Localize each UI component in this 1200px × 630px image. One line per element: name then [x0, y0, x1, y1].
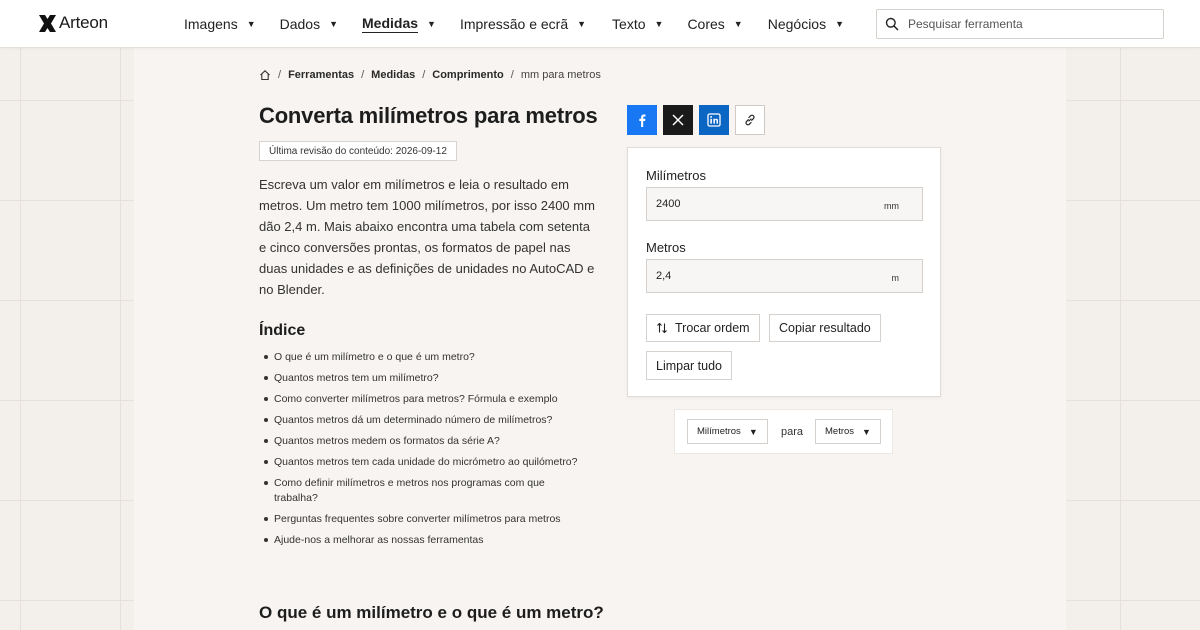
- toc-item[interactable]: O que é um milímetro e o que é um metro?: [264, 350, 604, 365]
- brand-logo[interactable]: Arteon: [39, 13, 108, 33]
- caret-down-icon: ▼: [427, 19, 436, 29]
- breadcrumb-current: mm para metros: [520, 69, 601, 81]
- breadcrumb-separator: /: [361, 69, 365, 81]
- nav-item-dados[interactable]: Dados ▼: [280, 0, 338, 48]
- caret-down-icon: ▼: [329, 19, 339, 29]
- to-unit-select-value: Metros: [825, 426, 855, 437]
- breadcrumb-separator: /: [422, 69, 426, 81]
- toc-item[interactable]: Quantos metros medem os formatos da séri…: [264, 434, 604, 449]
- breadcrumb-medidas[interactable]: Medidas: [371, 69, 415, 81]
- copy-link-button[interactable]: [735, 105, 765, 135]
- search-input[interactable]: [908, 17, 1148, 31]
- unit-selector-bar: Milímetros ▼ para Metros ▼: [674, 409, 893, 454]
- nav-item-impressao-e-ecra[interactable]: Impressão e ecrã ▼: [460, 0, 586, 48]
- share-x-button[interactable]: [663, 105, 693, 135]
- nav-label: Negócios: [767, 16, 827, 32]
- x-icon: [672, 114, 684, 126]
- nav-label: Medidas: [362, 15, 419, 33]
- swap-order-button[interactable]: Trocar ordem: [646, 314, 760, 342]
- nav-label: Cores: [687, 16, 725, 32]
- nav-item-medidas[interactable]: Medidas ▼: [362, 0, 436, 48]
- toc-item[interactable]: Quantos metros dá um determinado número …: [264, 413, 604, 428]
- nav-item-imagens[interactable]: Imagens ▼: [184, 0, 256, 48]
- search-icon: [885, 17, 899, 31]
- home-icon[interactable]: [259, 69, 271, 81]
- nav-label: Imagens: [184, 16, 238, 32]
- search-box: [876, 9, 1164, 39]
- toc-title: Índice: [259, 322, 306, 339]
- toc-item[interactable]: Como converter milímetros para metros? F…: [264, 392, 604, 407]
- toc-item[interactable]: Perguntas frequentes sobre converter mil…: [264, 512, 604, 527]
- selector-joiner: para: [781, 426, 804, 438]
- meters-input[interactable]: [647, 270, 867, 282]
- from-field-label: Milímetros: [646, 168, 706, 183]
- converter-card: Milímetros mm Metros m Trocar ordem Copi…: [627, 147, 941, 397]
- to-unit: m: [891, 273, 900, 283]
- revision-badge: Última revisão do conteúdo: 2026-09-12: [259, 141, 457, 161]
- nav-label: Texto: [612, 16, 646, 32]
- toc-item[interactable]: Quantos metros tem um milímetro?: [264, 371, 604, 386]
- nav-label: Dados: [279, 16, 321, 32]
- copy-result-label: Copiar resultado: [779, 321, 871, 335]
- from-field: mm: [646, 187, 923, 221]
- breadcrumb-comprimento[interactable]: Comprimento: [432, 69, 504, 81]
- swap-arrows-icon: [657, 322, 667, 334]
- nav-item-cores[interactable]: Cores ▼: [687, 0, 742, 48]
- breadcrumb: / Ferramentas / Medidas / Comprimento / …: [259, 69, 601, 81]
- to-field-label: Metros: [646, 240, 686, 255]
- caret-down-icon: ▼: [835, 19, 845, 29]
- share-linkedin-button[interactable]: [699, 105, 729, 135]
- from-unit: mm: [884, 201, 899, 211]
- brand-name: Arteon: [59, 13, 108, 32]
- clear-all-button[interactable]: Limpar tudo: [646, 351, 733, 380]
- breadcrumb-separator: /: [510, 69, 514, 81]
- to-unit-select[interactable]: Metros ▼: [815, 419, 881, 444]
- main-nav: Imagens ▼ Dados ▼ Medidas ▼ Impressão e …: [184, 0, 844, 48]
- arteon-logo-icon: [39, 14, 56, 32]
- breadcrumb-separator: /: [278, 69, 282, 81]
- copy-result-button[interactable]: Copiar resultado: [769, 314, 881, 342]
- nav-item-texto[interactable]: Texto ▼: [612, 0, 663, 48]
- clear-all-label: Limpar tudo: [656, 358, 723, 373]
- linkedin-icon: [707, 113, 721, 127]
- from-unit-select-value: Milímetros: [697, 426, 741, 437]
- nav-item-negocios[interactable]: Negócios ▼: [768, 0, 844, 48]
- caret-down-icon: ▼: [577, 19, 587, 29]
- breadcrumb-ferramentas[interactable]: Ferramentas: [288, 69, 354, 81]
- page-title: Converta milímetros para metros: [259, 103, 598, 128]
- toc-item[interactable]: Como definir milímetros e metros nos pro…: [264, 476, 564, 505]
- toc-item[interactable]: Ajude-nos a melhorar as nossas ferrament…: [264, 533, 604, 548]
- intro-text: Escreva um valor em milímetros e leia o …: [259, 177, 595, 297]
- caret-down-icon: ▼: [654, 19, 664, 29]
- caret-down-icon: ▼: [748, 426, 758, 437]
- caret-down-icon: ▼: [246, 19, 256, 29]
- toc-item[interactable]: Quantos metros tem cada unidade do micró…: [264, 455, 604, 470]
- section-heading: O que é um milímetro e o que é um metro?: [259, 603, 604, 622]
- from-unit-select[interactable]: Milímetros ▼: [687, 419, 768, 444]
- caret-down-icon: ▼: [733, 19, 743, 29]
- share-buttons: [627, 105, 771, 135]
- share-facebook-button[interactable]: [627, 105, 657, 135]
- millimeters-input[interactable]: [647, 198, 867, 210]
- facebook-icon: [639, 114, 646, 127]
- caret-down-icon: ▼: [862, 426, 871, 437]
- swap-order-label: Trocar ordem: [675, 321, 750, 335]
- top-navigation-bar: Arteon Imagens ▼ Dados ▼ Medidas ▼ Impre…: [0, 0, 1200, 48]
- to-field: m: [646, 259, 923, 293]
- nav-label: Impressão e ecrã: [459, 16, 569, 32]
- link-icon: [745, 114, 755, 126]
- table-of-contents: O que é um milímetro e o que é um metro?…: [264, 350, 604, 554]
